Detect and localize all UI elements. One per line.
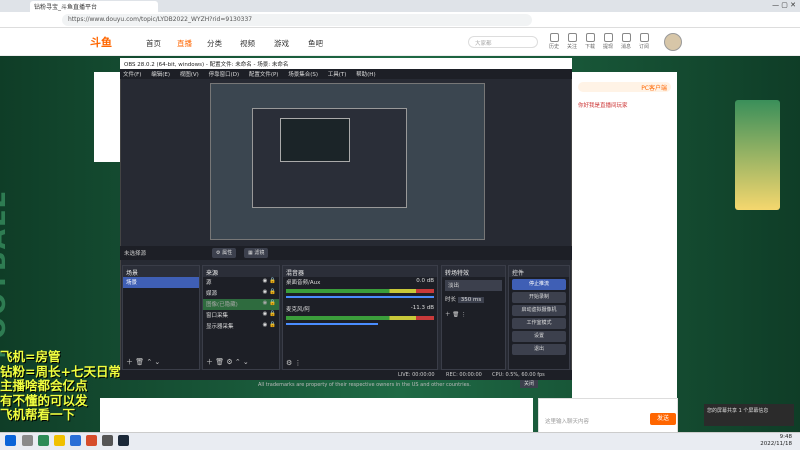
scenes-dock: 场景 场景 ＋ 🗑 ⌃ ⌄ (122, 265, 200, 370)
nav-video[interactable]: 视频 (240, 38, 255, 49)
properties-button[interactable]: ⚙ 属性 (212, 248, 237, 258)
exit-button[interactable]: 退出 (512, 344, 566, 355)
live-status: LIVE: 00:00:00 (398, 372, 435, 378)
follow-icon[interactable]: 关注 (563, 33, 581, 50)
nav-home[interactable]: 首页 (146, 38, 161, 49)
sources-dock-title: 来源 (203, 266, 279, 277)
volume-slider[interactable] (286, 296, 434, 298)
gift-bar[interactable] (100, 398, 533, 434)
sources-toolbar[interactable]: ＋ 🗑 ⚙ ⌃ ⌄ (206, 357, 249, 367)
obs-status-bar: LIVE: 00:00:00 REC: 00:00:00 CPU: 0.5%, … (120, 370, 572, 380)
studio-mode-button[interactable]: 工作室模式 (512, 318, 566, 329)
scenes-toolbar[interactable]: ＋ 🗑 ⌃ ⌄ (126, 357, 160, 367)
source-toolbar (120, 246, 572, 260)
cpu-status: CPU: 0.5%, 60.00 fps (492, 372, 545, 378)
mixer-track-mic: 麦克风/阿 -11.3 dB (286, 305, 434, 313)
search-input[interactable]: 大家都 (468, 36, 538, 48)
obs-menu-bar: 文件(F) 编辑(E) 视图(V) 停靠窗口(D) 配置文件(P) 场景集合(S… (120, 69, 572, 79)
preview-nested-capture-deep (280, 118, 350, 162)
notification-toast[interactable]: 您的屏幕共享 1 个屏幕信息 (704, 404, 794, 426)
history-icon[interactable]: 历史 (545, 33, 563, 50)
menu-file[interactable]: 文件(F) (123, 72, 141, 78)
start-recording-button[interactable]: 开始录制 (512, 292, 566, 303)
close-button[interactable]: 关闭 (520, 380, 538, 388)
douyu-logo[interactable]: 斗鱼 (90, 34, 112, 50)
menu-profile[interactable]: 配置文件(P) (249, 72, 279, 78)
filter-icon: ▦ (248, 250, 253, 256)
folder-icon[interactable] (54, 435, 65, 446)
search-icon[interactable] (22, 435, 33, 446)
rec-status: REC: 00:00:00 (446, 372, 482, 378)
background-football-text: FOOTBALL (0, 190, 12, 359)
stop-streaming-button[interactable]: 停止推流 (512, 279, 566, 290)
source-item[interactable]: 窗口采集 ◉ 🔒 (203, 310, 279, 321)
mixer-dock: 混音器 桌面音频/Aux 0.0 dB 麦克风/阿 -11.3 dB ⚙ ⋮ (282, 265, 438, 370)
duration-input[interactable]: 350 ms (457, 297, 485, 303)
url-field[interactable]: https://www.douyu.com/topic/LYDB2022_WYZ… (62, 14, 532, 26)
transition-toolbar[interactable]: ＋ 🗑 ⋮ (442, 309, 505, 320)
menu-tools[interactable]: 工具(T) (328, 72, 347, 78)
menu-view[interactable]: 视图(V) (180, 72, 199, 78)
steam-icon[interactable] (118, 435, 129, 446)
controls-dock-title: 控件 (509, 266, 569, 277)
menu-edit[interactable]: 编辑(E) (151, 72, 170, 78)
mixer-toolbar[interactable]: ⚙ ⋮ (286, 359, 302, 367)
message-icon[interactable]: 消息 (617, 33, 635, 50)
source-item[interactable]: 源 ◉ 🔒 (203, 277, 279, 288)
subscribe-icon[interactable]: 订阅 (635, 33, 653, 50)
chat-notice: 你好我是直播间玩家 (578, 103, 628, 109)
eye-icon[interactable]: ◉ 🔒 (263, 322, 276, 328)
sources-dock: 来源 源 ◉ 🔒 媒源 ◉ 🔒 图像(已隐藏) ◉ 🔒 窗口采集 ◉ 🔒 显示器采集 ◉ … (202, 265, 280, 370)
gear-icon: ⚙ (216, 250, 221, 256)
mixer-track-desktop: 桌面音频/Aux 0.0 dB (286, 278, 434, 286)
menu-docks[interactable]: 停靠窗口(D) (209, 72, 240, 78)
app-icon-red[interactable] (86, 435, 97, 446)
controls-dock: 控件 停止推流 开始录制 启动虚拟摄像机 工作室模式 设置 退出 (508, 265, 570, 370)
eye-icon[interactable]: ◉ 🔒 (263, 289, 276, 295)
source-item[interactable]: 图像(已隐藏) ◉ 🔒 (203, 299, 279, 310)
menu-help[interactable]: 帮助(H) (356, 72, 375, 78)
scene-item[interactable]: 场景 (123, 277, 199, 288)
withdraw-icon[interactable]: 提现 (599, 33, 617, 50)
event-banner[interactable] (735, 100, 780, 210)
nav-game[interactable]: 游戏 (274, 38, 289, 49)
duration-row: 时长 350 ms (442, 294, 505, 305)
nav-live[interactable]: 直播 (177, 38, 192, 49)
source-item[interactable]: 媒源 ◉ 🔒 (203, 288, 279, 299)
obs-icon[interactable] (102, 435, 113, 446)
trademark-notice: All trademarks are property of their res… (258, 382, 471, 388)
obs-title-bar: OBS 28.0.2 (64-bit, windows) - 配置文件: 未命名… (120, 58, 572, 69)
transitions-dock-title: 转场特效 (442, 266, 505, 277)
menu-scene-collection[interactable]: 场景集合(S) (288, 72, 318, 78)
transitions-dock: 转场特效 淡出 时长 350 ms ＋ 🗑 ⋮ (441, 265, 506, 370)
pc-client-badge[interactable]: PC客户端 (578, 82, 671, 92)
filters-button[interactable]: ▦ 滤镜 (244, 248, 269, 258)
windows-start-icon[interactable] (5, 435, 16, 446)
chat-panel: PC客户端 你好我是直播间玩家 (572, 72, 677, 398)
eye-icon[interactable]: ◉ 🔒 (263, 300, 276, 306)
source-item[interactable]: 显示器采集 ◉ 🔒 (203, 321, 279, 332)
audio-meter (286, 289, 434, 293)
audio-meter (286, 316, 434, 320)
scenes-dock-title: 场景 (123, 266, 199, 277)
nav-category[interactable]: 分类 (207, 38, 222, 49)
transition-select[interactable]: 淡出 (445, 280, 502, 291)
virtual-camera-button[interactable]: 启动虚拟摄像机 (512, 305, 566, 316)
eye-icon[interactable]: ◉ 🔒 (263, 278, 276, 284)
send-button[interactable]: 发送 (650, 413, 676, 425)
download-icon[interactable]: 下载 (581, 33, 599, 50)
app-icon[interactable] (38, 435, 49, 446)
edge-browser-icon[interactable] (70, 435, 81, 446)
no-source-label: 未选择源 (124, 251, 147, 257)
nav-yuba[interactable]: 鱼吧 (308, 38, 323, 49)
volume-slider[interactable] (286, 323, 379, 325)
window-controls[interactable]: — ▢ ✕ (772, 1, 796, 9)
settings-button[interactable]: 设置 (512, 331, 566, 342)
user-avatar[interactable] (664, 33, 682, 51)
mixer-dock-title: 混音器 (283, 266, 437, 277)
browser-tab[interactable]: 钻粉寻宝_斗鱼直播平台 (30, 1, 158, 12)
system-clock[interactable]: 9:48 2022/11/18 (760, 434, 792, 448)
eye-icon[interactable]: ◉ 🔒 (263, 311, 276, 317)
